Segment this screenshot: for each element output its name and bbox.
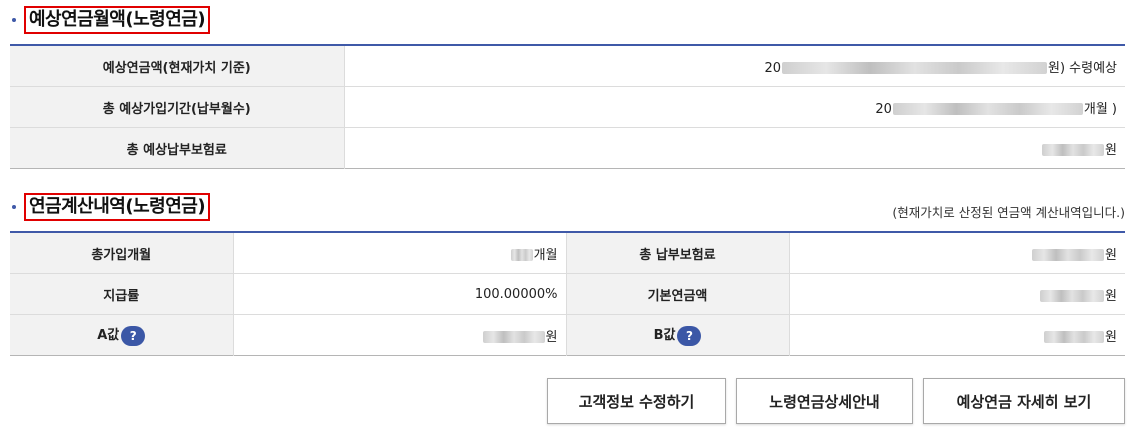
row-label-b-value: B값?	[565, 314, 789, 356]
section-header-calculation: 연금계산내역(노령연금)	[12, 193, 211, 221]
pension-details-button[interactable]: 예상연금 자세히 보기	[923, 378, 1125, 424]
section-header-expected-pension: 예상연금월액(노령연금)	[12, 6, 211, 34]
help-icon[interactable]: ?	[121, 325, 146, 346]
calculation-table: 총가입개월 개월 총 납부보험료 원 지급률 100.00000% 기본연금액 …	[10, 231, 1125, 356]
expected-premium-value: 원	[343, 127, 1125, 169]
row-label-a-value: A값?	[10, 314, 233, 356]
masked-value	[482, 331, 545, 343]
expected-amount-value: 20 원) 수령예상	[343, 45, 1125, 87]
masked-value	[781, 62, 1047, 74]
row-label: 총가입개월	[10, 232, 233, 274]
bullet-icon	[12, 205, 16, 209]
masked-value	[1042, 144, 1105, 156]
row-label: 총 예상가입기간(납부월수)	[10, 86, 344, 128]
table-row: 지급률 100.00000% 기본연금액 원	[10, 273, 1125, 315]
help-icon[interactable]: ?	[677, 325, 702, 346]
expected-pension-table: 예상연금액(현재가치 기준) 20 원) 수령예상 총 예상가입기간(납부월수) …	[10, 44, 1125, 169]
table-row: 예상연금액(현재가치 기준) 20 원) 수령예상	[10, 45, 1125, 87]
masked-value	[892, 103, 1083, 115]
row-label: 총 납부보험료	[565, 232, 789, 274]
section-title: 예상연금월액(노령연금)	[24, 6, 211, 34]
masked-value	[1032, 249, 1105, 261]
row-label: 예상연금액(현재가치 기준)	[10, 45, 344, 87]
action-buttons: 고객정보 수정하기 노령연금상세안내 예상연금 자세히 보기	[547, 378, 1125, 424]
expected-period-value: 20 개월 )	[343, 86, 1125, 128]
edit-customer-info-button[interactable]: 고객정보 수정하기	[547, 378, 726, 424]
masked-value	[1040, 290, 1105, 302]
bullet-icon	[12, 18, 16, 22]
table-row: 총가입개월 개월 총 납부보험료 원	[10, 232, 1125, 274]
row-label: 기본연금액	[565, 273, 789, 315]
basic-pension-value: 원	[788, 273, 1125, 315]
section-title: 연금계산내역(노령연금)	[24, 193, 211, 221]
total-premium-value: 원	[788, 232, 1125, 274]
table-row: 총 예상납부보험료 원	[10, 127, 1125, 169]
row-label: 총 예상납부보험료	[10, 127, 344, 169]
payment-rate-value: 100.00000%	[232, 273, 566, 315]
b-value: 원	[788, 314, 1125, 356]
masked-value	[1044, 331, 1105, 343]
row-label: 지급률	[10, 273, 233, 315]
pension-guide-button[interactable]: 노령연금상세안내	[736, 378, 913, 424]
table-row: 총 예상가입기간(납부월수) 20 개월 )	[10, 86, 1125, 128]
table-row: A값? 원 B값? 원	[10, 314, 1125, 356]
masked-value	[510, 249, 533, 261]
a-value: 원	[232, 314, 566, 356]
total-months-value: 개월	[232, 232, 566, 274]
calculation-note: (현재가치로 산정된 연금액 계산내역입니다.)	[892, 205, 1125, 220]
